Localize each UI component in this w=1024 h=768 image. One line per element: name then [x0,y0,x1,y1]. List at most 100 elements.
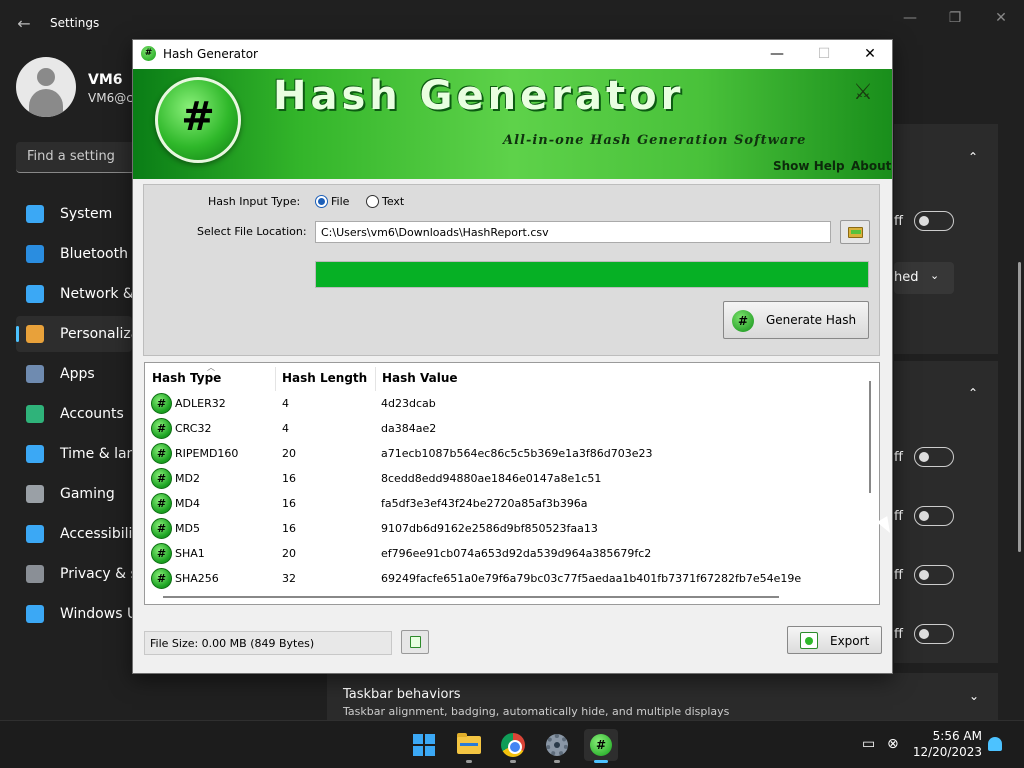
settings-button[interactable] [540,729,574,761]
sidebar-item[interactable]: Network & [16,276,134,312]
export-button[interactable]: Export [787,626,882,654]
chevron-down-icon: ⌄ [969,689,980,703]
search-input[interactable]: Find a setting [16,142,136,173]
table-row[interactable]: # RIPEMD160 20 a71ecb1087b564ec86c5c5b369e1… [145,442,863,467]
start-button[interactable] [407,729,441,761]
table-row[interactable]: # SHA256 32 69249facfe651a0e79f6a79bc03c77f… [145,567,863,592]
show-help-link[interactable]: Show Help [773,159,845,173]
settings-title: Settings [50,16,100,30]
hash-type-cell: MD2 [175,472,200,485]
hash-generator-button[interactable]: # [584,729,618,761]
radio-file-label[interactable]: File [331,195,349,208]
notification-bell-icon[interactable] [988,737,1002,751]
chevron-up-icon[interactable]: ⌃ [968,386,978,400]
sidebar-item[interactable]: Bluetooth & [16,236,143,272]
sidebar-item[interactable]: Accounts [16,396,132,432]
file-path-input[interactable]: C:\Users\vm6\Downloads\HashReport.csv [315,221,831,243]
monitor-icon [26,205,44,223]
scrollbar[interactable] [1018,262,1021,552]
table-row[interactable]: # SHA1 20 ef796ee91cb074a653d92da539d964a38… [145,542,863,567]
toggle-label-fragment: ff [894,627,903,642]
toggle-label-fragment: ff [894,450,903,465]
toggle-switch[interactable] [914,565,954,585]
running-indicator [554,760,560,763]
radio-file[interactable] [315,195,328,208]
hash-input-type-label: Hash Input Type: [208,195,301,208]
network-sound-icon[interactable]: ⊗ [887,736,899,752]
horizontal-scrollbar[interactable] [163,596,779,598]
table-row[interactable]: # MD2 16 8cedd8edd94880ae1846e0147a8e1c51 [145,467,863,492]
close-icon[interactable]: ✕ [989,8,1013,28]
vertical-scrollbar[interactable] [869,381,871,493]
radio-text-label[interactable]: Text [382,195,404,208]
close-icon[interactable]: ✕ [855,43,885,65]
browse-folder-button[interactable] [840,220,870,244]
hash-icon: # [151,443,172,464]
sidebar-item[interactable]: Windows U [16,596,137,632]
toggle-label-fragment: ff [894,509,903,524]
hash-type-cell: MD4 [175,497,200,510]
hash-value-cell: 69249facfe651a0e79f6a79bc03c77f5aedaa1b4… [381,572,802,585]
toggle-label-fragment: ff [894,568,903,583]
avatar[interactable] [16,57,76,117]
chevron-up-icon[interactable]: ⌃ [968,150,978,164]
about-link[interactable]: About [851,159,891,173]
dropdown-select[interactable]: hed ⌄ [894,262,954,294]
account-icon [26,405,44,423]
active-indicator [594,760,608,763]
toggle-switch[interactable] [914,447,954,467]
table-row[interactable]: # ADLER32 4 4d23dcab [145,392,863,417]
table-row[interactable]: # MD5 16 9107db6d9162e2586d9bf850523faa13 [145,517,863,542]
back-arrow-icon[interactable]: ← [14,14,34,34]
running-indicator [510,760,516,763]
hash-icon: # [151,468,172,489]
clock-globe-icon [26,445,44,463]
clock-date[interactable]: 12/20/2023 [912,745,982,759]
column-divider[interactable] [275,367,276,391]
hash-type-cell: SHA256 [175,572,219,585]
shield-icon [26,565,44,583]
table-row[interactable]: # MD4 16 fa5df3e3ef43f24be2720a85af3b396a [145,492,863,517]
generate-hash-button[interactable]: # Generate Hash [723,301,869,339]
dropdown-value: hed [894,270,919,285]
file-size-field: File Size: 0.00 MB (849 Bytes) [144,631,392,655]
taskbar-behaviors-card[interactable]: Taskbar behaviors Taskbar alignment, bad… [327,673,998,720]
column-header-hash-type[interactable]: Hash Type [152,371,221,385]
sidebar-item[interactable]: System [16,196,132,232]
hash-length-cell: 16 [282,497,296,510]
column-divider[interactable] [375,367,376,391]
hash-value-cell: da384ae2 [381,422,437,435]
input-panel: Hash Input Type: File Text Select File L… [143,184,880,356]
chrome-button[interactable] [496,729,530,761]
sidebar-item[interactable]: Privacy & se [16,556,146,592]
toggle-switch[interactable] [914,506,954,526]
clock-time[interactable]: 5:56 AM [922,729,982,743]
column-header-hash-length[interactable]: Hash Length [282,371,367,385]
export-icon [800,632,818,649]
display-icon[interactable]: ▭ [862,736,875,752]
copy-button[interactable] [401,630,429,654]
toggle-switch[interactable] [914,624,954,644]
column-header-hash-value[interactable]: Hash Value [382,371,458,385]
sidebar-item[interactable]: Gaming [16,476,132,512]
sidebar-item-label: Bluetooth & [60,246,144,262]
gamepad-icon [26,485,44,503]
maximize-icon[interactable]: ❐ [943,8,967,28]
sidebar-item[interactable]: Accessibility [16,516,146,552]
update-icon [26,605,44,623]
apps-icon [26,365,44,383]
toggle-switch[interactable] [914,211,954,231]
sidebar-item[interactable]: Personalizat [16,316,145,352]
file-explorer-button[interactable] [452,729,486,761]
sidebar-item[interactable]: Apps [16,356,132,392]
minimize-icon[interactable]: — [898,8,922,28]
maximize-icon: ☐ [817,46,831,62]
table-row[interactable]: # CRC32 4 da384ae2 [145,417,863,442]
hash-value-cell: 8cedd8edd94880ae1846e0147a8e1c51 [381,472,602,485]
sidebar-item-label: Network & [60,286,134,302]
sidebar-item[interactable]: Time & lang [16,436,144,472]
profile-email: VM6@c [88,91,133,105]
minimize-icon[interactable]: — [762,43,792,65]
radio-text[interactable] [366,195,379,208]
hash-results-table[interactable]: ︿ Hash Type Hash Length Hash Value # ADLE… [144,362,880,605]
